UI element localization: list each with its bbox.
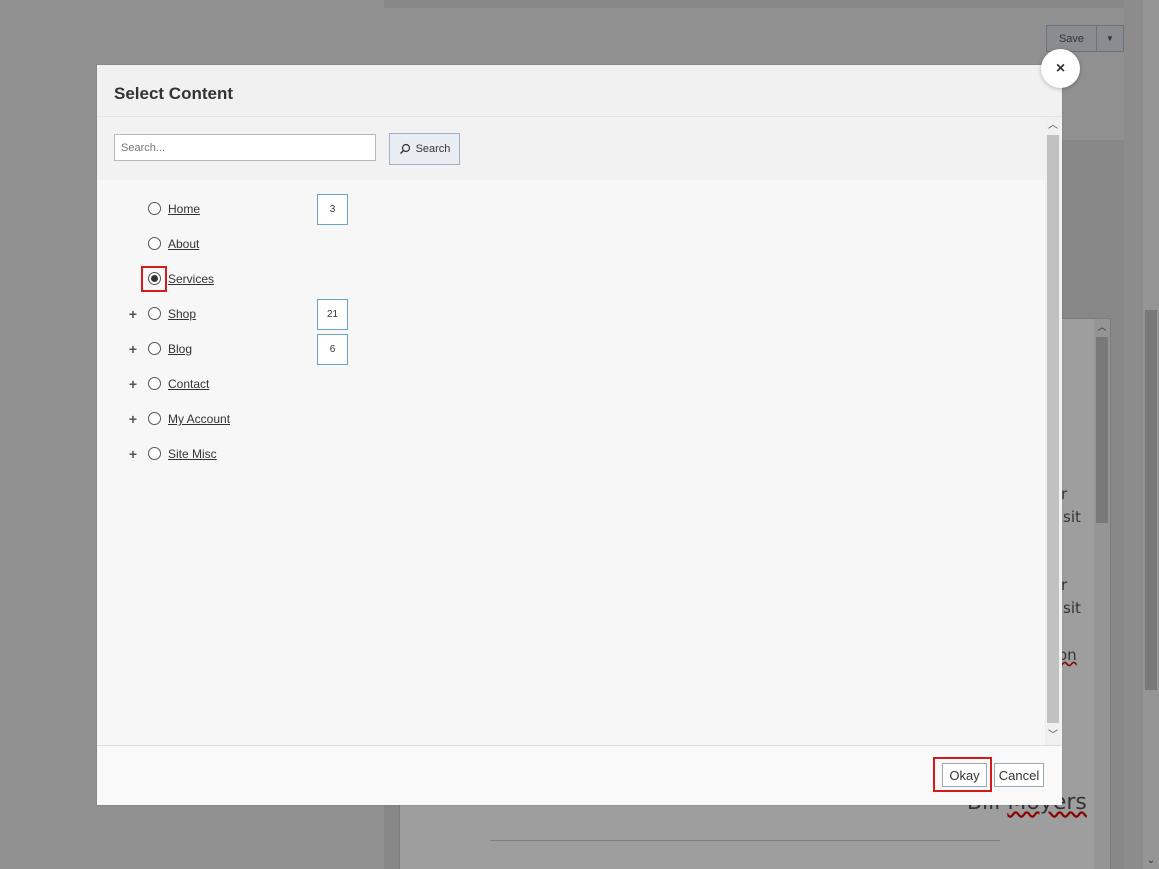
modal-scrollbar[interactable]: ︿ ﹀ [1045,117,1061,745]
close-icon[interactable]: × [1041,49,1080,88]
tree-row: Services [97,262,1045,297]
tree-item-link[interactable]: Blog [168,342,192,356]
tree-row: + My Account [97,402,1045,437]
tree-row: + Site Misc [97,437,1045,472]
select-content-modal: Select Content Search Home 3 About Services… [97,65,1062,805]
tree-item-radio[interactable] [148,342,161,355]
search-icon [399,143,410,154]
tree-item-radio[interactable] [148,412,161,425]
tree-item-link[interactable]: About [168,237,199,251]
chevron-down-icon[interactable]: ﹀ [1045,729,1061,743]
chevron-up-icon[interactable]: ︿ [1045,119,1061,133]
search-button-label: Search [415,143,451,155]
tree-item-radio[interactable] [148,272,161,285]
tree-row: + Shop 21 [97,297,1045,332]
content-tree: Home 3 About Services + Shop 21 + Blog 6 + Contact +… [97,180,1045,745]
tree-row: + Blog 6 [97,332,1045,367]
okay-button[interactable]: Okay [942,763,987,787]
search-input[interactable] [114,134,376,161]
expand-plus-icon[interactable]: + [127,307,139,321]
tree-item-radio[interactable] [148,447,161,460]
cancel-button[interactable]: Cancel [994,763,1044,787]
tree-item-link[interactable]: Contact [168,377,209,391]
tree-item-radio[interactable] [148,202,161,215]
child-count-badge: 3 [317,194,348,225]
tree-item-radio[interactable] [148,237,161,250]
tree-item-link[interactable]: Services [168,272,214,286]
expand-plus-icon[interactable]: + [127,412,139,426]
child-count-badge: 6 [317,334,348,365]
modal-footer: Okay Cancel [97,745,1062,805]
tree-item-link[interactable]: Home [168,202,200,216]
tree-row: About [97,227,1045,262]
expand-plus-icon[interactable]: + [127,447,139,461]
child-count-badge: 21 [317,299,348,330]
tree-item-radio[interactable] [148,307,161,320]
tree-item-radio[interactable] [148,377,161,390]
modal-header: Select Content [97,65,1062,117]
search-button[interactable]: Search [389,133,460,165]
search-bar: Search [97,117,1045,180]
modal-scroll-thumb[interactable] [1047,135,1059,723]
expand-plus-icon[interactable]: + [127,342,139,356]
modal-title: Select Content [114,84,234,103]
modal-body: Search Home 3 About Services + Shop 21 + Blog 6 + C… [97,117,1062,745]
tree-item-link[interactable]: Shop [168,307,196,321]
tree-item-link[interactable]: Site Misc [168,447,217,461]
tree-row: Home 3 [97,192,1045,227]
expand-plus-icon[interactable]: + [127,377,139,391]
tree-row: + Contact [97,367,1045,402]
tree-item-link[interactable]: My Account [168,412,230,426]
